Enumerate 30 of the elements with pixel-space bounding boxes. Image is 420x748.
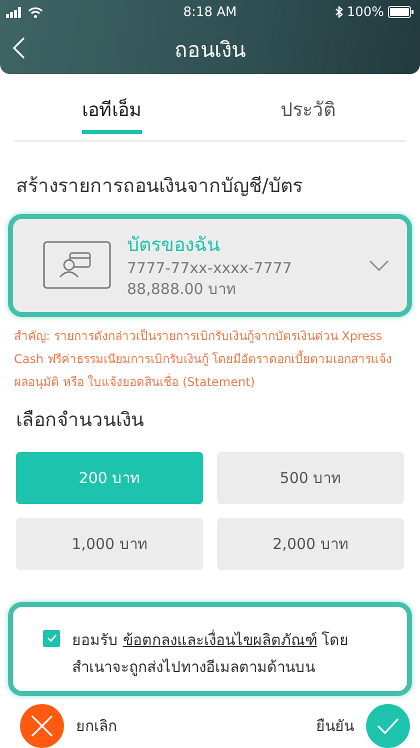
back-icon <box>12 36 26 60</box>
amount-option[interactable]: 500 บาท <box>217 452 404 504</box>
tab[interactable]: ประวัติ <box>210 80 406 140</box>
chevron-down-icon <box>369 260 389 271</box>
card-balance: 88,888.00 บาท <box>127 279 238 300</box>
screen-title: ถอนเงิน <box>174 36 246 64</box>
wifi-icon <box>28 6 43 18</box>
card-number: 7777-77xx-xxxx-7777 <box>127 259 293 278</box>
card-selector[interactable]: บัตรของฉัน 7777-77xx-xxxx-7777 88,888.00 บาท <box>8 214 412 317</box>
id-card-icon <box>43 241 111 290</box>
close-icon <box>31 715 53 737</box>
check-icon <box>46 634 56 642</box>
section-heading: สร้างรายการถอนเงินจากบัญชี/บัตร <box>15 174 304 199</box>
agreement-text: ยอมรับ ข้อตกลงและเงื่อนไขผลิตภัณฑ์ โดยสำเนาจะถูกส่งไปทางอีเมลตามด้านบน <box>72 628 350 678</box>
signal-icon <box>6 6 24 18</box>
checkbox[interactable] <box>43 630 60 647</box>
terms-link[interactable]: ข้อตกลงและเงื่อนไขผลิตภัณฑ์ <box>122 630 317 649</box>
battery-icon <box>388 6 414 18</box>
confirm-button[interactable]: ยืนยัน <box>316 704 410 748</box>
tab[interactable]: เอทีเอ็ม <box>14 80 210 140</box>
card-name: บัตรของฉัน <box>127 233 221 258</box>
bluetooth-icon <box>334 6 343 18</box>
amount-option[interactable]: 2,000 บาท <box>217 518 404 570</box>
amount-option[interactable]: 1,000 บาท <box>16 518 203 570</box>
check-icon <box>377 718 399 734</box>
status-time: 8:18 AM <box>183 4 237 20</box>
notice-text: สำคัญ: รายการดังกล่าวเป็นรายการเบิกรับเงินกู้จากบัตรเงินด่วน Xpress Cash ฟรีค่าธรรมเนียมการเบิกรับเงินกู้ โดยมีอัตราดอกเบี้ยตามเอกสารแจ้งผลอนุมัติ หรือ ใบแจ้งยอดสินเชื่อ (Statement) <box>14 328 394 392</box>
battery-percent: 100% <box>346 4 384 20</box>
section-heading: เลือกจำนวนเงิน <box>15 408 145 433</box>
cancel-button[interactable]: ยกเลิก <box>20 704 117 748</box>
